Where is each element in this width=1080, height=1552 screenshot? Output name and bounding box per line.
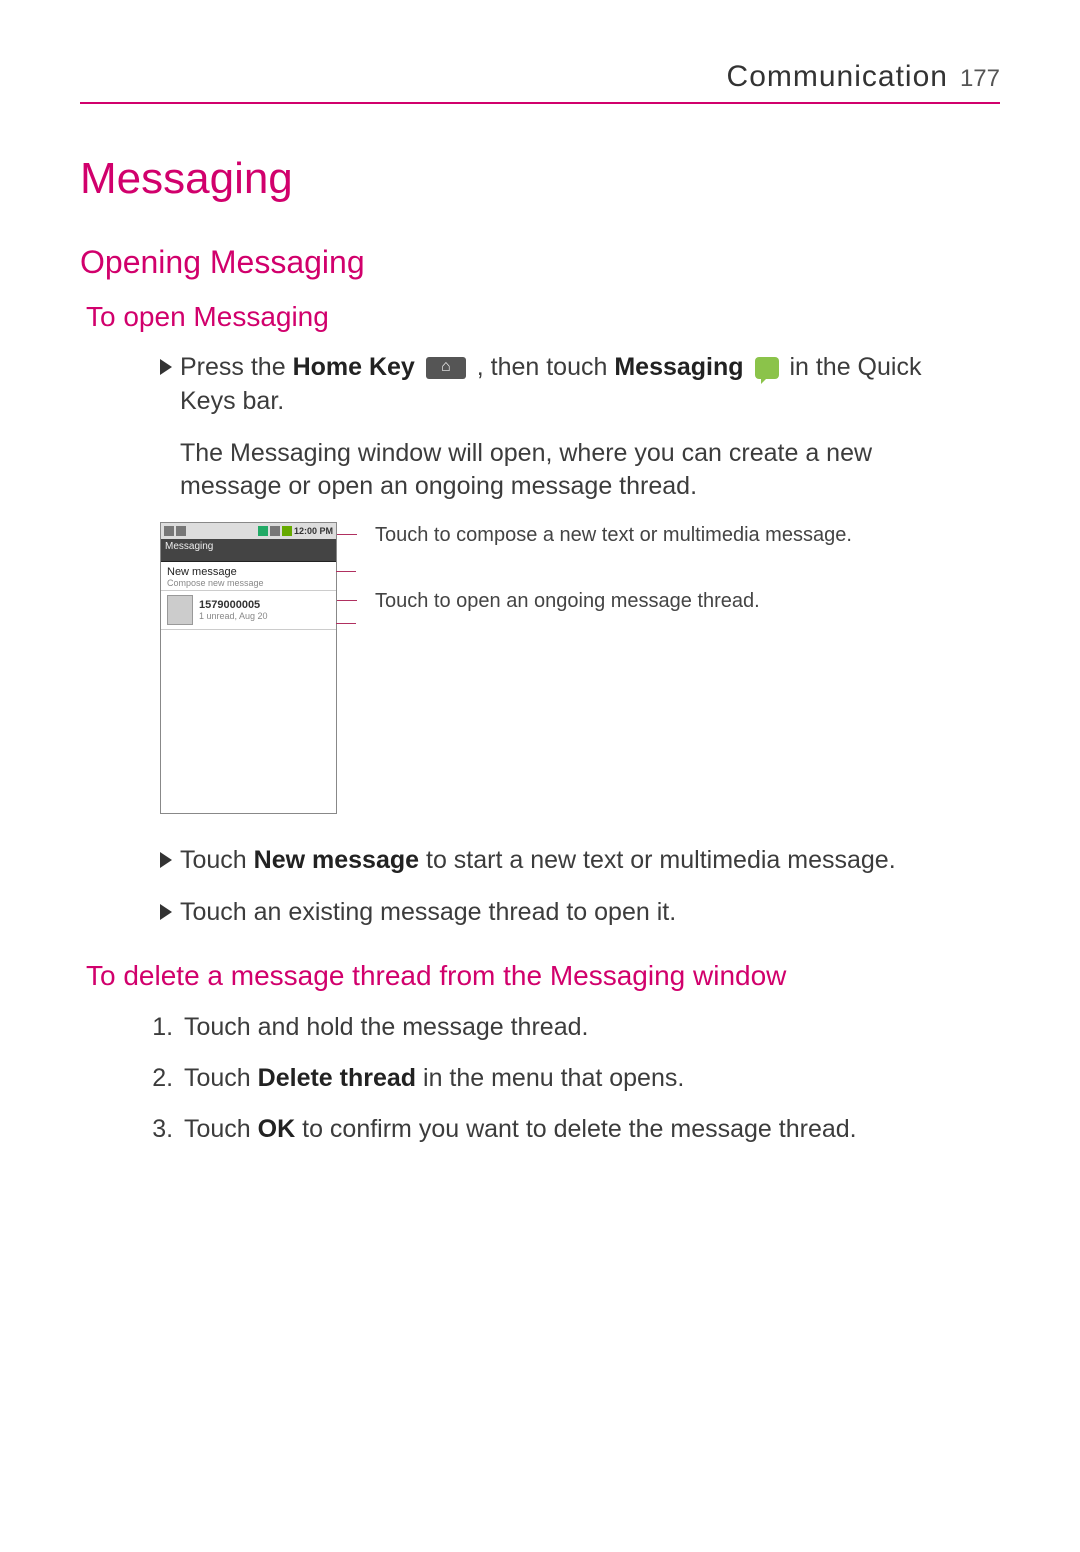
phone-new-message-row: New message Compose new message <box>161 562 336 591</box>
phone-time: 12:00 PM <box>294 526 333 536</box>
step-3: Touch OK to confirm you want to delete t… <box>180 1112 970 1147</box>
messaging-label: Messaging <box>614 353 743 381</box>
page-title: Messaging <box>80 154 1000 204</box>
phone-thread-name: 1579000005 <box>199 599 268 611</box>
phone-new-message-sub: Compose new message <box>167 578 330 588</box>
battery-icon <box>282 526 292 536</box>
text: Touch <box>184 1115 258 1143</box>
callout-line <box>336 623 356 624</box>
text: Touch an existing message thread to open… <box>180 896 676 930</box>
status-icon <box>176 526 186 536</box>
avatar-icon <box>167 595 193 625</box>
status-icon <box>164 526 174 536</box>
text: to confirm you want to delete the messag… <box>295 1115 856 1143</box>
instruction-open: Press the Home Key , then touch Messagin… <box>160 351 970 419</box>
subsection-heading-delete: To delete a message thread from the Mess… <box>86 960 1000 992</box>
phone-thread-sub: 1 unread, Aug 20 <box>199 611 268 621</box>
bullet-icon <box>160 359 172 375</box>
new-message-label: New message <box>254 846 419 874</box>
home-key-icon <box>426 357 466 379</box>
bullet-icon <box>160 904 172 920</box>
page-number: 177 <box>960 65 1000 93</box>
phone-thread-row: 1579000005 1 unread, Aug 20 <box>161 591 336 630</box>
text: , then touch <box>477 353 615 381</box>
messaging-icon <box>755 357 779 379</box>
figure: 12:00 PM Messaging New message Compose n… <box>160 522 1000 814</box>
paragraph: The Messaging window will open, where yo… <box>180 437 970 505</box>
subsection-heading-open: To open Messaging <box>86 301 1000 333</box>
phone-titlebar: Messaging <box>161 539 336 562</box>
text: Press the <box>180 353 293 381</box>
text: Touch <box>180 846 254 874</box>
callout-new-message: Touch to compose a new text or multimedi… <box>357 522 852 548</box>
step-1: Touch and hold the message thread. <box>180 1010 970 1045</box>
phone-new-message-title: New message <box>167 566 330 578</box>
phone-statusbar: 12:00 PM <box>161 523 336 539</box>
signal-icon <box>258 526 268 536</box>
callout-line <box>336 571 356 572</box>
home-key-label: Home Key <box>293 353 415 381</box>
text: to start a new text or multimedia messag… <box>419 846 896 874</box>
bullet-new-message: Touch New message to start a new text or… <box>160 844 970 878</box>
section-heading: Opening Messaging <box>80 244 1000 281</box>
phone-screenshot: 12:00 PM Messaging New message Compose n… <box>160 522 337 814</box>
ok-label: OK <box>258 1115 296 1143</box>
text: Touch <box>184 1064 258 1092</box>
header-section: Communication <box>727 60 948 94</box>
callout-open-thread: Touch to open an ongoing message thread. <box>357 588 852 614</box>
signal-icon <box>270 526 280 536</box>
delete-thread-label: Delete thread <box>258 1064 416 1092</box>
text: in the menu that opens. <box>416 1064 684 1092</box>
bullet-open-thread: Touch an existing message thread to open… <box>160 896 970 930</box>
page-header: Communication 177 <box>80 60 1000 104</box>
bullet-icon <box>160 852 172 868</box>
step-2: Touch Delete thread in the menu that ope… <box>180 1061 970 1096</box>
